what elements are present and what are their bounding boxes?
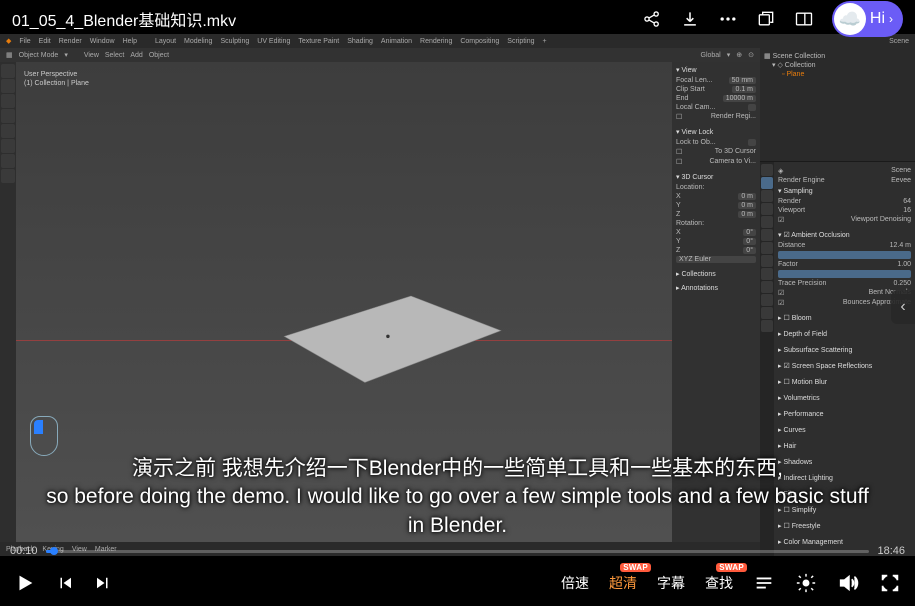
blender-tool-header: ▦Object Mode▾ ViewSelectAddObject Global…: [0, 48, 760, 62]
side-expand-button[interactable]: ‹: [891, 290, 915, 324]
speed-button[interactable]: 倍速: [561, 573, 589, 593]
video-title: 01_05_4_Blender基础知识.mkv: [12, 7, 236, 31]
quality-button[interactable]: 超清SWAP: [609, 573, 637, 593]
chevron-right-icon: ›: [889, 12, 893, 26]
time-current: 00:10: [10, 545, 38, 557]
swap-badge: SWAP: [716, 563, 747, 572]
user-avatar-badge[interactable]: ☁️ Hi ›: [832, 1, 903, 37]
time-total: 18:46: [877, 545, 905, 557]
prev-button[interactable]: [56, 572, 74, 594]
download-icon[interactable]: [680, 9, 700, 29]
more-icon[interactable]: [718, 9, 738, 29]
subtitle-button[interactable]: 字幕: [657, 573, 685, 593]
subtitle-zh: 演示之前 我想先介绍一下Blender中的一些简单工具和一些基本的东西,: [40, 455, 875, 483]
progress-bar[interactable]: [46, 550, 870, 553]
playlist-button[interactable]: [753, 572, 775, 594]
subtitle-overlay: 演示之前 我想先介绍一下Blender中的一些简单工具和一些基本的东西, so …: [40, 455, 875, 540]
fullscreen-button[interactable]: [879, 572, 901, 594]
share-icon[interactable]: [642, 9, 662, 29]
avatar-icon: ☁️: [834, 3, 866, 35]
blender-outliner: ▦ Scene Collection ▾ ◇ Collection ▫ Plan…: [760, 48, 915, 162]
swap-badge: SWAP: [620, 563, 651, 572]
avatar-label: Hi: [870, 10, 885, 28]
next-button[interactable]: [94, 572, 112, 594]
plane-object: [254, 273, 522, 388]
blender-left-toolbar: [0, 62, 16, 542]
subtitle-en: so before doing the demo. I would like t…: [40, 483, 875, 540]
multiwindow-icon[interactable]: [756, 9, 776, 29]
search-button[interactable]: 查找SWAP: [705, 573, 733, 593]
volume-button[interactable]: [837, 572, 859, 594]
pip-icon[interactable]: [794, 9, 814, 29]
mouse-hint-icon: [30, 416, 58, 456]
settings-button[interactable]: [795, 572, 817, 594]
play-button[interactable]: [14, 572, 36, 594]
